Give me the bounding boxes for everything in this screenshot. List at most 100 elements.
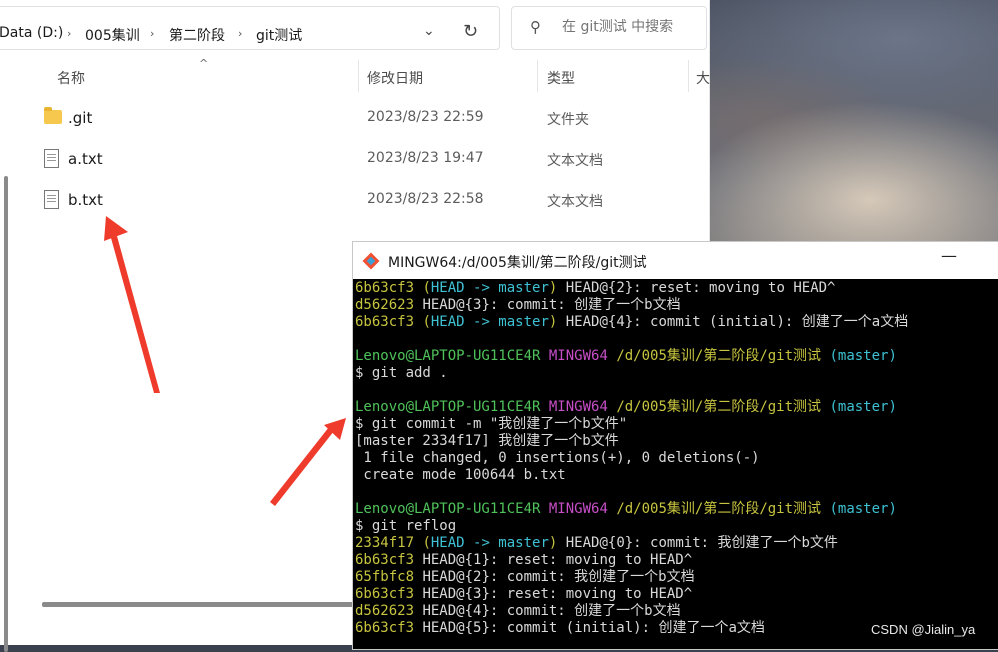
navigation-pane — [0, 60, 20, 652]
terminal-text: Lenovo@LAPTOP-UG11CE4R — [355, 501, 549, 517]
terminal-text: HEAD@{1}: reset: moving to HEAD^ — [414, 552, 693, 568]
terminal-line: Lenovo@LAPTOP-UG11CE4R MINGW64 /d/005集训/… — [355, 501, 995, 518]
terminal-line: 6b63cf3 HEAD@{3}: reset: moving to HEAD^ — [355, 586, 995, 603]
terminal-titlebar[interactable]: MINGW64:/d/005集训/第二阶段/git测试 — — [353, 242, 998, 279]
terminal-text: $ git reflog — [355, 518, 457, 534]
column-divider[interactable] — [537, 60, 538, 92]
file-type: 文本文档 — [547, 153, 603, 169]
terminal-text: create mode 100644 b.txt — [355, 467, 566, 483]
terminal-text: /d/005集训/第二阶段/git测试 — [616, 501, 830, 517]
address-bar[interactable]: Data (D:) › 005集训 › 第二阶段 › git测试 ⌄ ↻ — [0, 6, 500, 50]
terminal-text: [master 2334f17] 我创建了一个b文件 — [355, 433, 619, 449]
terminal-text: HEAD -> master — [430, 535, 549, 551]
terminal-line: [master 2334f17] 我创建了一个b文件 — [355, 433, 995, 450]
column-header-type[interactable]: 类型 — [547, 68, 575, 88]
terminal-text: 6b63cf3 — [355, 314, 423, 330]
terminal-line: Lenovo@LAPTOP-UG11CE4R MINGW64 /d/005集训/… — [355, 348, 995, 365]
terminal-text: (master) — [829, 348, 897, 364]
terminal-text: $ git commit -m "我创建了一个b文件" — [355, 416, 628, 432]
file-name: a.txt — [68, 150, 103, 168]
folder-icon — [44, 107, 62, 124]
terminal-text: HEAD@{3}: commit: 创建了一个b文档 — [414, 297, 681, 313]
search-box[interactable]: ⚲ — [511, 6, 707, 50]
terminal-text: MINGW64 — [548, 501, 617, 517]
text-file-icon — [44, 190, 59, 209]
file-type: 文本文档 — [547, 194, 603, 210]
breadcrumb-folder-005[interactable]: 005集训 — [85, 25, 140, 45]
terminal-line: $ git commit -m "我创建了一个b文件" — [355, 416, 995, 433]
search-input[interactable] — [562, 19, 700, 35]
terminal-text: 6b63cf3 — [355, 586, 415, 602]
terminal-line: 65fbfc8 HEAD@{2}: commit: 我创建了一个b文档 — [355, 569, 995, 586]
breadcrumb-folder-gittest[interactable]: git测试 — [256, 25, 302, 45]
terminal-text: HEAD@{0}: commit: 我创建了一个b文件 — [557, 535, 838, 551]
terminal-line: d562623 HEAD@{4}: commit: 创建了一个b文档 — [355, 603, 995, 620]
terminal-text: HEAD -> master — [430, 314, 549, 330]
terminal-text: 2334f17 — [355, 535, 423, 551]
terminal-window[interactable]: MINGW64:/d/005集训/第二阶段/git测试 — 6b63cf3 (H… — [352, 241, 998, 650]
breadcrumb-separator-icon: › — [67, 27, 72, 40]
terminal-text: ( — [422, 535, 431, 551]
terminal-text: d562623 — [355, 297, 415, 313]
terminal-text: 1 file changed, 0 insertions(+), 0 delet… — [355, 450, 760, 466]
column-header-name[interactable]: 名称 — [57, 68, 85, 88]
text-file-icon — [44, 149, 59, 168]
breadcrumb-drive[interactable]: Data (D:) — [0, 25, 63, 41]
terminal-text: ( — [422, 314, 431, 330]
terminal-line: 1 file changed, 0 insertions(+), 0 delet… — [355, 450, 995, 467]
terminal-line: 6b63cf3 (HEAD -> master) HEAD@{2}: reset… — [355, 280, 995, 297]
file-type: 文件夹 — [547, 112, 589, 128]
terminal-text: MINGW64 — [548, 399, 617, 415]
terminal-text: /d/005集训/第二阶段/git测试 — [616, 399, 830, 415]
file-row[interactable]: .git 2023/8/23 22:59 文件夹 — [30, 99, 700, 139]
file-date: 2023/8/23 22:59 — [367, 109, 484, 125]
column-header-date[interactable]: 修改日期 — [367, 68, 423, 88]
breadcrumb-folder-stage2[interactable]: 第二阶段 — [169, 25, 225, 45]
file-date: 2023/8/23 19:47 — [367, 150, 484, 166]
file-date: 2023/8/23 22:58 — [367, 191, 484, 207]
terminal-text: HEAD -> master — [430, 280, 549, 296]
terminal-text: (master) — [829, 501, 897, 517]
minimize-icon[interactable]: — — [941, 246, 957, 265]
breadcrumb-separator-icon: › — [238, 27, 243, 40]
terminal-text: 65fbfc8 — [355, 569, 415, 585]
terminal-text: MINGW64 — [548, 348, 617, 364]
terminal-text: HEAD@{5}: commit (initial): 创建了一个a文档 — [414, 620, 765, 636]
terminal-text: HEAD@{2}: commit: 我创建了一个b文档 — [414, 569, 695, 585]
terminal-line: $ git add . — [355, 365, 995, 382]
nav-scrollbar[interactable] — [4, 176, 8, 652]
terminal-line: $ git reflog — [355, 518, 995, 535]
column-header-size[interactable]: 大 — [696, 68, 710, 88]
watermark: CSDN @Jialin_ya — [871, 622, 976, 637]
terminal-text: 6b63cf3 — [355, 280, 423, 296]
terminal-text: HEAD@{4}: commit (initial): 创建了一个a文档 — [557, 314, 909, 330]
terminal-text: ( — [422, 280, 431, 296]
column-divider[interactable] — [358, 60, 359, 92]
terminal-line: 2334f17 (HEAD -> master) HEAD@{0}: commi… — [355, 535, 995, 552]
horizontal-scrollbar[interactable] — [42, 602, 354, 607]
terminal-text: /d/005集训/第二阶段/git测试 — [616, 348, 830, 364]
terminal-text: $ git add . — [355, 365, 448, 381]
terminal-title: MINGW64:/d/005集训/第二阶段/git测试 — [388, 255, 647, 271]
terminal-line: create mode 100644 b.txt — [355, 467, 995, 484]
terminal-text: Lenovo@LAPTOP-UG11CE4R — [355, 399, 549, 415]
git-bash-icon — [362, 252, 380, 270]
column-divider[interactable] — [688, 60, 689, 92]
file-name: b.txt — [68, 191, 103, 209]
terminal-output[interactable]: 6b63cf3 (HEAD -> master) HEAD@{2}: reset… — [355, 280, 995, 649]
search-icon: ⚲ — [530, 18, 541, 36]
terminal-text: 6b63cf3 — [355, 620, 415, 636]
terminal-text: HEAD@{3}: reset: moving to HEAD^ — [414, 586, 693, 602]
terminal-text: Lenovo@LAPTOP-UG11CE4R — [355, 348, 549, 364]
terminal-text: HEAD@{2}: reset: moving to HEAD^ — [557, 280, 836, 296]
file-row[interactable]: b.txt 2023/8/23 22:58 文本文档 — [30, 181, 700, 221]
chevron-down-icon[interactable]: ⌄ — [423, 23, 435, 39]
terminal-line: 6b63cf3 (HEAD -> master) HEAD@{4}: commi… — [355, 314, 995, 331]
file-row[interactable]: a.txt 2023/8/23 19:47 文本文档 — [30, 140, 700, 180]
terminal-text: HEAD@{4}: commit: 创建了一个b文档 — [414, 603, 681, 619]
refresh-icon[interactable]: ↻ — [463, 21, 478, 42]
sort-ascending-icon: ^ — [199, 57, 209, 70]
